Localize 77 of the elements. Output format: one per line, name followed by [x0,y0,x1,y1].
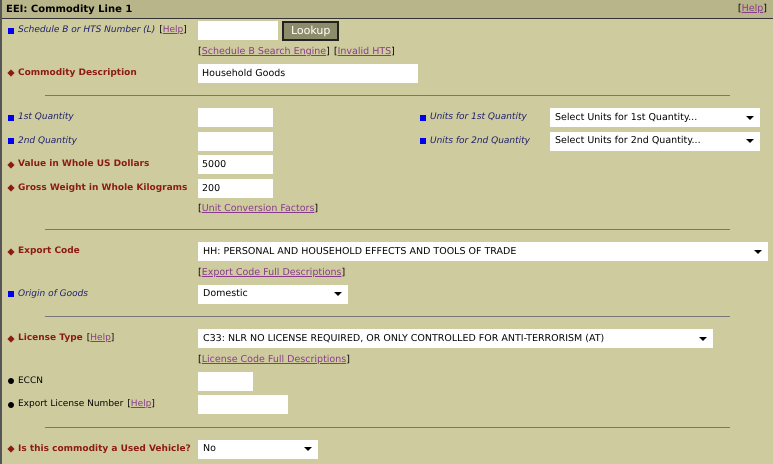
field-label: Units for 2nd Quantity [430,134,530,148]
bracket-text: ] [763,2,767,16]
field-label: Export License Number [18,398,124,411]
bracket-text: ] [326,44,330,59]
help-link[interactable]: Help [162,24,184,38]
dropdown-value: Select Units for 1st Quantity... [555,110,698,125]
bracket-text: ] [183,24,187,37]
bracket-text: [ [334,44,338,59]
bracket-text: [ [86,332,90,345]
caret-icon [746,116,754,120]
field-label: Export Code [18,245,80,258]
input-field[interactable]: 5000 [198,155,273,174]
circle-icon [8,402,14,408]
field-label: Units for 1st Quantity [430,111,527,124]
bracket-text: ] [314,202,318,216]
field-label: 2nd Quantity [18,134,77,148]
panel-title: EEI: Commodity Line 1 [6,2,132,16]
square-icon [8,114,14,121]
caret-icon [746,139,754,144]
square-icon [8,138,14,144]
bracket-text: ] [151,398,155,411]
dropdown[interactable]: C33: NLR NO LICENSE REQUIRED, OR ONLY CONTROLLED FOR ANTI-TERRORISM (AT) [198,329,713,348]
input-field[interactable]: 200 [198,178,273,198]
dropdown[interactable]: No [198,440,318,459]
bracket-text: ] [391,44,395,59]
dropdown[interactable]: Domestic [198,284,348,304]
bracket-text: [ [738,2,742,16]
bracket-text: ] [346,352,350,367]
square-icon [8,291,14,298]
link[interactable]: Unit Conversion Factors [202,202,314,217]
input-field[interactable] [198,21,278,40]
bracket-text: [ [198,266,202,280]
link[interactable]: Invalid HTS [338,44,392,60]
dropdown[interactable]: Select Units for 1st Quantity... [550,108,760,128]
caret-icon [699,336,707,341]
dropdown-value: HH: PERSONAL AND HOUSEHOLD EFFECTS AND TOOLS OF TRADE [203,244,516,259]
bracket-text: ] [110,332,114,345]
help-link[interactable]: Help [130,398,152,412]
input-field[interactable] [198,108,273,128]
field-label: Value in Whole US Dollars [18,158,150,171]
field-label: Commodity Description [18,66,137,80]
lookup-button[interactable]: Lookup [282,20,340,41]
field-label: ECCN [18,374,43,388]
field-label: Schedule B or HTS Number (L) [18,24,156,37]
link[interactable]: License Code Full Descriptions [202,352,346,368]
input-field[interactable] [198,132,273,151]
bracket-text: [ [127,398,131,411]
help-link[interactable]: Help [90,332,111,346]
field-label: Is this commodity a Used Vehicle? [18,442,191,456]
input-field[interactable]: Household Goods [198,64,418,83]
bracket-text: ] [342,266,346,280]
square-icon [8,28,14,34]
dropdown-value: Select Units for 2nd Quantity... [555,134,701,148]
bracket-text: [ [159,24,163,37]
field-label: Origin of Goods [18,288,88,300]
square-icon [420,114,426,121]
bracket-text: [ [198,352,202,367]
field-label: Gross Weight in Whole Kilograms [18,182,188,194]
dropdown-value: C33: NLR NO LICENSE REQUIRED, OR ONLY CONTROLLED FOR ANTI-TERRORISM (AT) [203,332,604,346]
input-field[interactable] [198,395,288,414]
dropdown[interactable]: HH: PERSONAL AND HOUSEHOLD EFFECTS AND TOOLS OF TRADE [198,242,768,262]
caret-icon [304,447,312,452]
link[interactable]: Export Code Full Descriptions [202,266,342,280]
link[interactable]: Schedule B Search Engine [202,44,326,60]
circle-icon [8,378,14,384]
field-label: License Type [18,332,83,345]
caret-icon [334,292,342,296]
input-field[interactable] [198,372,253,391]
help-link[interactable]: Help [742,2,764,16]
dropdown-value: No [203,442,216,456]
bracket-text: [ [198,202,202,216]
dropdown-value: Domestic [203,287,248,302]
field-label: 1st Quantity [18,111,74,124]
dropdown[interactable]: Select Units for 2nd Quantity... [550,132,760,151]
bracket-text: [ [198,44,202,59]
square-icon [420,138,426,144]
caret-icon [754,250,762,254]
